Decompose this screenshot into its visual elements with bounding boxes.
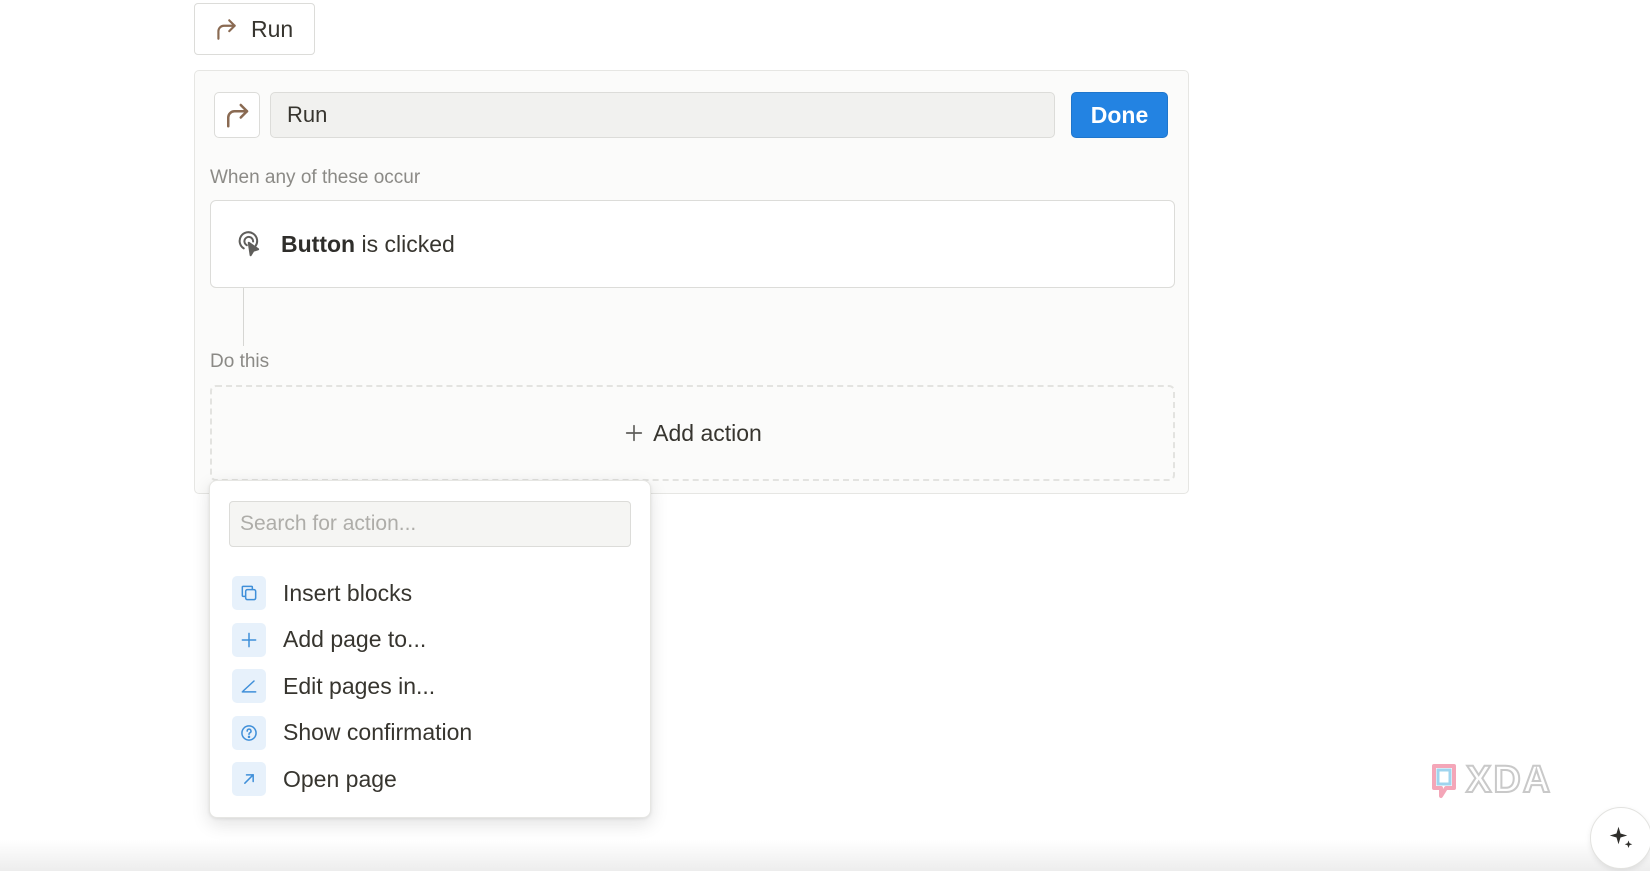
- button-icon-picker[interactable]: [214, 92, 260, 138]
- trigger-subject: Button: [281, 230, 356, 257]
- arrow-up-right-icon: [232, 762, 266, 797]
- plus-icon: [232, 622, 266, 657]
- menu-item-open-page[interactable]: Open page: [232, 756, 632, 803]
- run-button-label: Run: [251, 15, 294, 42]
- click-cursor-icon: [238, 231, 260, 257]
- run-button[interactable]: Run: [194, 3, 315, 55]
- button-config-panel: Done When any of these occur Button is c…: [194, 70, 1189, 494]
- bottom-gradient: [0, 840, 1650, 871]
- sparkle-icon: [1609, 826, 1633, 848]
- trigger-text: Button is clicked: [281, 231, 455, 258]
- trigger-predicate: is clicked: [355, 230, 455, 257]
- action-picker-menu: Insert blocks Add page to... Edit pages …: [209, 480, 651, 818]
- notion-button-editor: Run Done When any of these occur Button …: [0, 0, 1650, 871]
- plus-icon: [625, 424, 643, 442]
- menu-item-label: Add page to...: [283, 626, 427, 653]
- menu-item-add-page[interactable]: Add page to...: [232, 617, 632, 664]
- button-name-input[interactable]: [270, 92, 1055, 138]
- action-list: Insert blocks Add page to... Edit pages …: [232, 570, 632, 803]
- turn-right-arrow-icon: [217, 19, 236, 40]
- trigger-card[interactable]: Button is clicked: [210, 200, 1175, 288]
- menu-item-show-confirmation[interactable]: Show confirmation: [232, 710, 632, 757]
- add-action-label: Add action: [653, 419, 762, 446]
- flow-connector-line: [243, 288, 244, 346]
- done-button[interactable]: Done: [1071, 92, 1168, 138]
- add-action-button[interactable]: Add action: [210, 385, 1175, 481]
- menu-item-edit-pages[interactable]: Edit pages in...: [232, 663, 632, 710]
- watermark-text: XDA: [1466, 759, 1552, 801]
- action-section-label: Do this: [210, 351, 270, 372]
- turn-right-arrow-icon: [227, 103, 249, 128]
- menu-item-insert-blocks[interactable]: Insert blocks: [232, 570, 632, 617]
- ai-assistant-button[interactable]: [1590, 807, 1650, 869]
- copy-blocks-icon: [232, 576, 266, 611]
- xda-logo-watermark: XDA: [1432, 758, 1552, 802]
- menu-item-label: Insert blocks: [283, 579, 413, 606]
- menu-item-label: Show confirmation: [283, 719, 473, 746]
- edit-angle-icon: [232, 669, 266, 704]
- action-search-input[interactable]: [229, 501, 631, 547]
- trigger-section-label: When any of these occur: [210, 167, 421, 188]
- menu-item-label: Edit pages in...: [283, 672, 436, 699]
- menu-item-label: Open page: [283, 765, 397, 792]
- question-circle-icon: [232, 715, 266, 750]
